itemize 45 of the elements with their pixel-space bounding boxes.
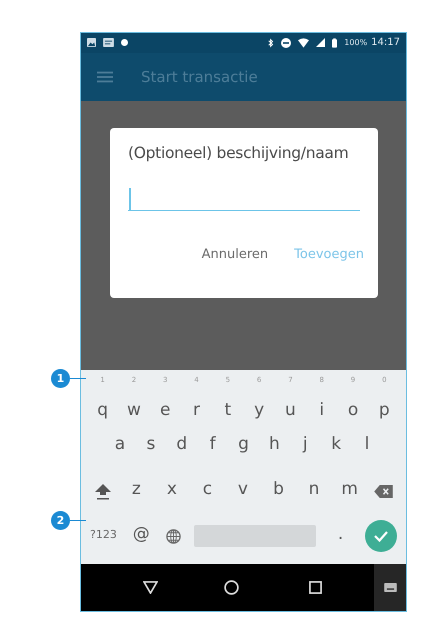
keyboard-key[interactable]: z	[125, 479, 148, 504]
keyboard-key[interactable]: g	[232, 434, 254, 458]
dot-icon	[121, 39, 128, 46]
back-icon[interactable]	[143, 581, 158, 594]
home-icon[interactable]	[224, 580, 239, 596]
recents-icon[interactable]	[309, 581, 322, 594]
keyboard-key[interactable]: c	[196, 479, 218, 504]
keyboard-key[interactable]: n	[303, 479, 326, 504]
keyboard-key[interactable]: f	[202, 434, 224, 458]
message-icon	[103, 38, 114, 48]
checkmark-icon[interactable]	[364, 520, 397, 552]
backspace-icon[interactable]	[374, 484, 394, 498]
cancel-button[interactable]: Annuleren	[202, 246, 268, 262]
leader-line	[70, 520, 86, 522]
globe-icon[interactable]	[166, 528, 181, 544]
bluetooth-icon	[268, 38, 274, 48]
keyboard-key[interactable]: x	[160, 479, 183, 504]
battery-icon	[332, 38, 338, 48]
keyboard-key[interactable]: l	[356, 434, 378, 458]
battery-percent: 100%	[344, 38, 368, 48]
image-icon	[87, 38, 96, 48]
input-field[interactable]	[128, 188, 360, 211]
keyboard-key[interactable]: @	[130, 524, 152, 548]
keyboard-key[interactable]: j	[294, 434, 316, 458]
signal-icon	[316, 38, 326, 48]
keyboard-icon[interactable]	[384, 583, 396, 592]
wifi-icon	[298, 38, 310, 48]
clock: 14:17	[371, 37, 400, 48]
shift-icon[interactable]	[94, 482, 112, 500]
keyboard-key[interactable]: m	[338, 479, 361, 504]
keyboard-key[interactable]: b	[268, 479, 290, 504]
callout-badge: 1	[51, 369, 70, 388]
keyboard-key[interactable]: s	[140, 434, 162, 458]
keyboard-key[interactable]: .	[330, 524, 352, 548]
keyboard-key[interactable]: ?123	[90, 528, 117, 545]
keyboard-key[interactable]: v	[232, 479, 254, 504]
keyboard-key[interactable]: k	[325, 434, 348, 458]
leader-line	[70, 378, 86, 380]
do-not-disturb-icon	[281, 38, 292, 48]
screen-title: Start transactie	[141, 68, 258, 86]
callout-badge: 2	[51, 511, 70, 530]
dialog-title: (Optioneel) beschijving/naam	[128, 144, 350, 162]
keyboard-key[interactable]: d	[170, 434, 193, 458]
keyboard-key[interactable]: h	[263, 434, 286, 458]
keyboard-key[interactable]: a	[109, 434, 131, 458]
